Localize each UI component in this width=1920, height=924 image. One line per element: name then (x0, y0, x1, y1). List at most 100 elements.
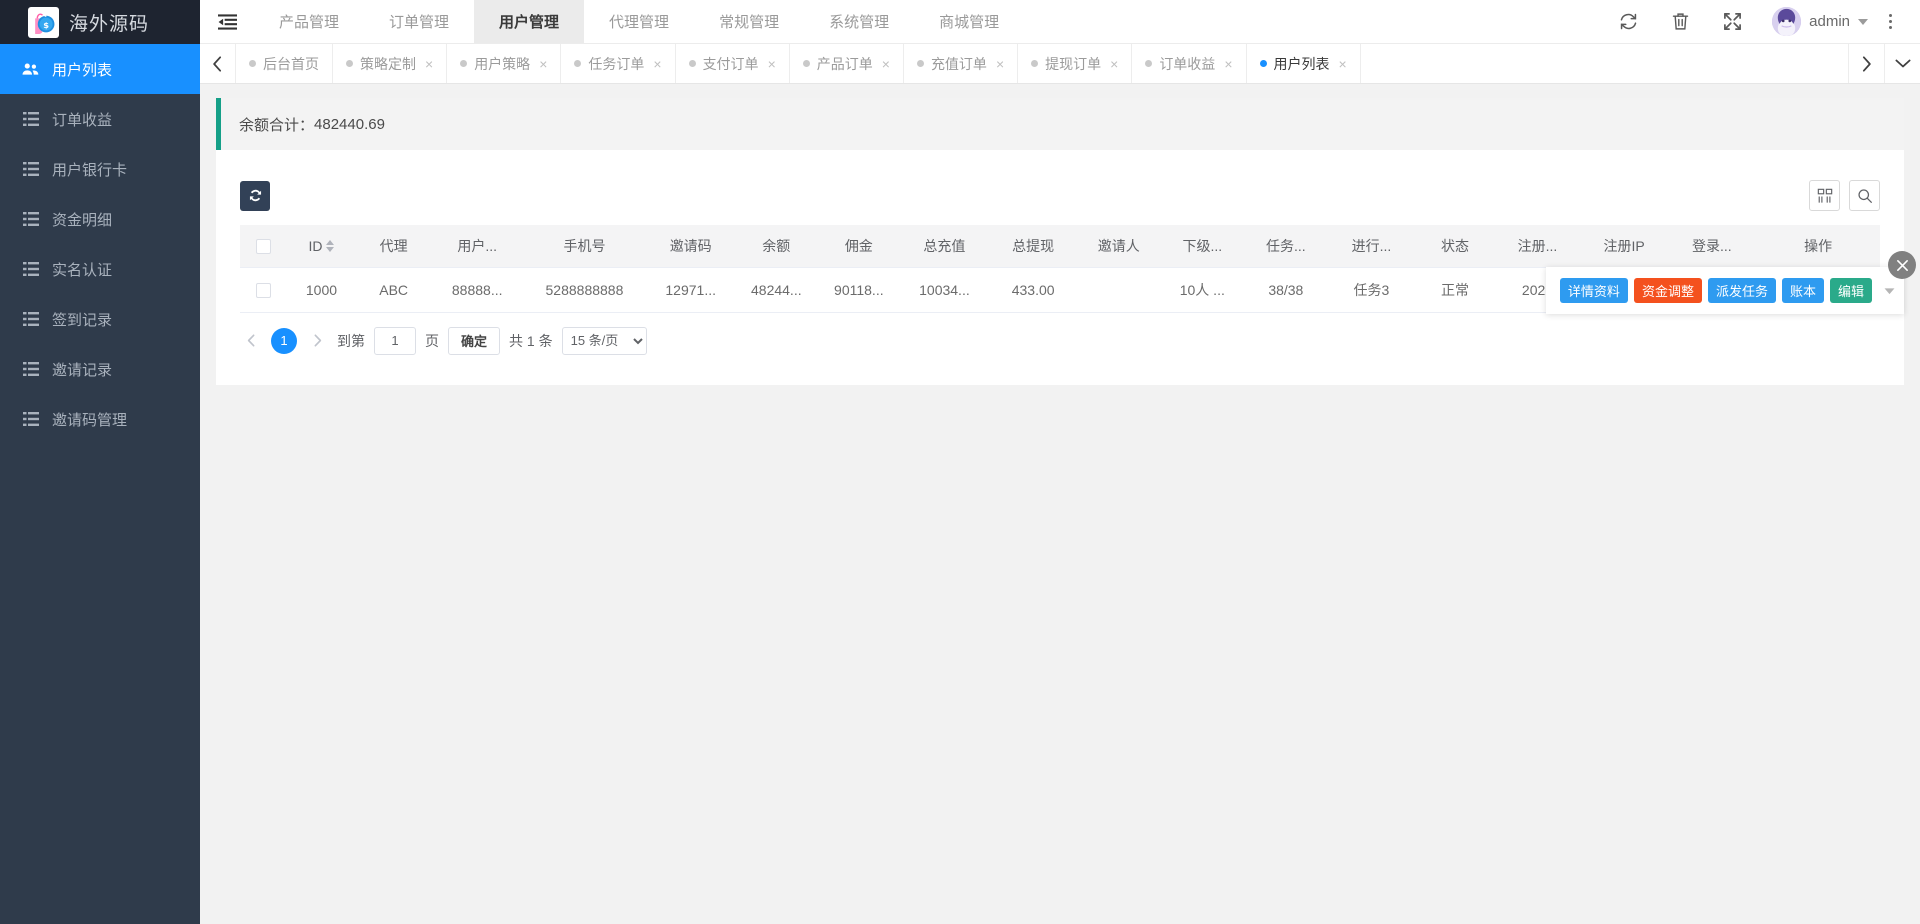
brand[interactable]: $ 海外源码 (0, 0, 200, 44)
tab-status-dot (917, 60, 924, 67)
tab-status-dot (460, 60, 467, 67)
trash-icon[interactable] (1654, 0, 1706, 44)
sort-arrows-icon[interactable] (326, 240, 334, 252)
sidebar-item-invite-record[interactable]: 邀请记录 (0, 344, 200, 394)
pagination-goto-input[interactable] (374, 327, 416, 355)
tab-close-icon[interactable]: × (539, 57, 547, 71)
tab-order-income[interactable]: 订单收益 × (1132, 44, 1246, 83)
tab-close-icon[interactable]: × (882, 57, 890, 71)
top-menu: 产品管理 订单管理 用户管理 代理管理 常规管理 系统管理 商城管理 (254, 0, 1024, 43)
tab-status-dot (1145, 60, 1152, 67)
col-header-inviter: 邀请人 (1077, 225, 1160, 267)
user-menu[interactable]: admin (1758, 7, 1874, 36)
top-menu-item-agent[interactable]: 代理管理 (584, 0, 694, 43)
action-fund-adjust-button[interactable]: 资金调整 (1634, 278, 1702, 303)
pagination-total-text: 共 1 条 (509, 331, 553, 351)
menu-collapse-icon[interactable] (200, 0, 254, 43)
tab-pay-order[interactable]: 支付订单 × (676, 44, 790, 83)
tabstrip-dropdown-icon[interactable] (1884, 44, 1920, 83)
top-menu-item-product[interactable]: 产品管理 (254, 0, 364, 43)
search-zoom-icon[interactable] (1849, 180, 1880, 211)
sidebar-item-fund-detail[interactable]: 资金明细 (0, 194, 200, 244)
topbar-spacer (1024, 0, 1602, 43)
chevron-down-icon (1858, 19, 1868, 25)
action-ledger-button[interactable]: 账本 (1782, 278, 1824, 303)
tab-status-dot (346, 60, 353, 67)
col-header-reg-ip: 注册IP (1581, 225, 1668, 267)
col-header-invite-code: 邀请码 (646, 225, 735, 267)
top-menu-item-general[interactable]: 常规管理 (694, 0, 804, 43)
caret-down-icon[interactable] (1878, 276, 1900, 306)
avatar (1772, 7, 1801, 36)
sidebar-item-invite-code-manage[interactable]: 邀请码管理 (0, 394, 200, 444)
more-vertical-icon[interactable] (1874, 0, 1906, 44)
select-all-checkbox[interactable] (256, 239, 271, 254)
col-header-label: ID (308, 238, 322, 254)
tab-close-icon[interactable]: × (425, 57, 433, 71)
col-header-login: 登录... (1667, 225, 1756, 267)
top-menu-item-user[interactable]: 用户管理 (474, 0, 584, 43)
pagination-page-1[interactable]: 1 (271, 328, 297, 354)
sidebar-item-label: 用户银行卡 (52, 159, 127, 180)
tab-close-icon[interactable]: × (768, 57, 776, 71)
columns-settings-icon[interactable] (1809, 180, 1840, 211)
cell-progress: 任务3 (1327, 267, 1416, 312)
cell-username: 88888... (432, 267, 523, 312)
topbar-actions: admin (1602, 0, 1920, 43)
list-icon (22, 261, 39, 278)
row-actions-overlay: 详情资料 资金调整 派发任务 账本 编辑 (1546, 267, 1904, 314)
col-header-id[interactable]: ID (287, 225, 355, 267)
sidebar-item-user-bankcard[interactable]: 用户银行卡 (0, 144, 200, 194)
select-all-header (240, 225, 287, 267)
fullscreen-icon[interactable] (1706, 0, 1758, 44)
sidebar-item-signin-record[interactable]: 签到记录 (0, 294, 200, 344)
sidebar-item-order-income[interactable]: 订单收益 (0, 94, 200, 144)
pagination-page-size-select[interactable]: 15 条/页 30 条/页 50 条/页 100 条/页 (562, 327, 647, 355)
tab-close-icon[interactable]: × (1224, 57, 1232, 71)
pagination-confirm-button[interactable]: 确定 (448, 327, 500, 355)
action-dispatch-task-button[interactable]: 派发任务 (1708, 278, 1776, 303)
sidebar-item-realname-auth[interactable]: 实名认证 (0, 244, 200, 294)
col-header-balance: 余额 (735, 225, 818, 267)
top-menu-item-order[interactable]: 订单管理 (364, 0, 474, 43)
tab-task-order[interactable]: 任务订单 × (561, 44, 675, 83)
tabstrip-scroll-right-icon[interactable] (1848, 44, 1884, 83)
top-menu-item-mall[interactable]: 商城管理 (914, 0, 1024, 43)
tab-label: 充值订单 (931, 54, 987, 74)
tab-strategy-custom[interactable]: 策略定制 × (333, 44, 447, 83)
col-header-task: 任务... (1245, 225, 1328, 267)
tab-close-icon[interactable]: × (996, 57, 1004, 71)
tab-close-icon[interactable]: × (1339, 57, 1347, 71)
main-area: 产品管理 订单管理 用户管理 代理管理 常规管理 系统管理 商城管理 (200, 0, 1920, 924)
tab-backend-home[interactable]: 后台首页 (236, 44, 333, 83)
cell-phone: 5288888888 (523, 267, 647, 312)
tabstrip-scroll-left-icon[interactable] (200, 44, 236, 83)
sidebar-item-label: 邀请记录 (52, 359, 112, 380)
table-header-row: ID 代理 用户... 手机号 邀请码 余额 佣金 (240, 225, 1880, 267)
top-menu-item-system[interactable]: 系统管理 (804, 0, 914, 43)
tab-label: 提现订单 (1045, 54, 1101, 74)
tab-user-strategy[interactable]: 用户策略 × (447, 44, 561, 83)
tab-close-icon[interactable]: × (653, 57, 661, 71)
close-icon[interactable] (1888, 251, 1916, 279)
pagination-page-unit: 页 (425, 331, 439, 351)
tab-product-order[interactable]: 产品订单 × (790, 44, 904, 83)
sidebar-item-user-list[interactable]: 用户列表 (0, 44, 200, 94)
action-detail-button[interactable]: 详情资料 (1560, 278, 1628, 303)
app-root: $ 海外源码 用户列表 (0, 0, 1920, 924)
refresh-table-button[interactable] (240, 181, 270, 211)
pagination-next-icon[interactable] (306, 328, 328, 354)
refresh-icon[interactable] (1602, 0, 1654, 44)
tab-strip: 后台首页 策略定制 × 用户策略 × 任务订单 × (200, 44, 1920, 84)
tab-user-list[interactable]: 用户列表 × (1247, 44, 1361, 83)
tab-status-dot (689, 60, 696, 67)
action-edit-button[interactable]: 编辑 (1830, 278, 1872, 303)
row-select-checkbox[interactable] (256, 283, 271, 298)
tab-recharge-order[interactable]: 充值订单 × (904, 44, 1018, 83)
tab-status-dot (249, 60, 256, 67)
card-body: ID 代理 用户... 手机号 邀请码 余额 佣金 (216, 150, 1904, 373)
cell-invite-code: 12971... (646, 267, 735, 312)
tab-close-icon[interactable]: × (1110, 57, 1118, 71)
tab-withdraw-order[interactable]: 提现订单 × (1018, 44, 1132, 83)
pagination-prev-icon[interactable] (240, 328, 262, 354)
